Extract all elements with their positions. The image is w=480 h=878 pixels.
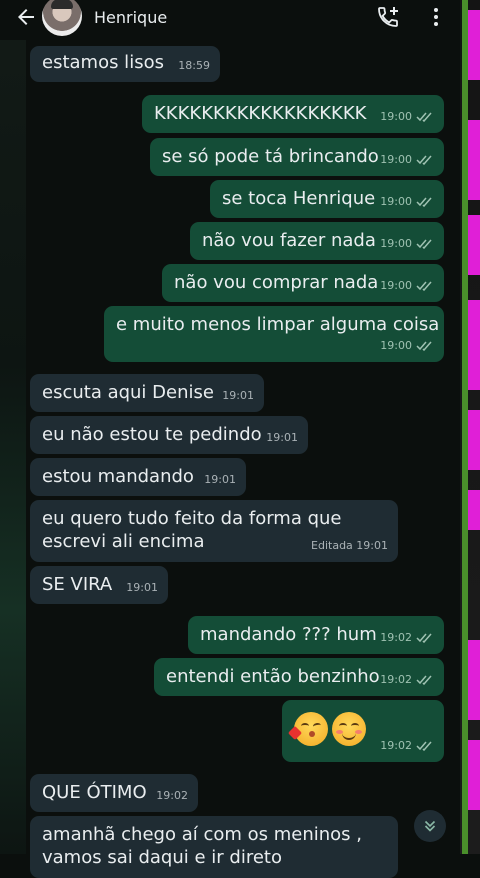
message-incoming[interactable]: eu quero tudo feito da forma que escrevi…: [30, 500, 398, 562]
double-check-icon: [416, 155, 432, 165]
message-time: 19:00: [380, 274, 434, 297]
message-time: 19:00: [380, 232, 434, 255]
double-check-icon: [416, 741, 432, 751]
message-incoming[interactable]: QUE ÓTIMO 19:02: [30, 774, 198, 812]
message-time: 19:02: [380, 626, 434, 649]
smiling-face-emoji: [332, 712, 366, 746]
face-blowing-kiss-emoji: [287, 712, 328, 746]
double-check-icon: [416, 341, 432, 351]
double-check-icon: [416, 239, 432, 249]
avatar[interactable]: [42, 0, 82, 36]
emoji-row: [287, 712, 370, 746]
background-strip-right: [460, 0, 480, 854]
background-strip-left: [0, 40, 26, 854]
message-outgoing-emoji[interactable]: 19:02: [282, 700, 444, 762]
double-check-icon: [416, 633, 432, 643]
message-time: Editada 19:01: [311, 539, 388, 552]
message-time: 19:01: [126, 581, 158, 594]
message-time: 19:02: [156, 789, 188, 802]
message-time: 19:00: [380, 190, 434, 213]
double-check-icon: [416, 197, 432, 207]
message-time: 19:00: [380, 334, 434, 357]
message-outgoing[interactable]: não vou comprar nada 19:00: [162, 264, 444, 302]
double-check-icon: [416, 281, 432, 291]
message-outgoing[interactable]: se toca Henrique 19:00: [210, 180, 444, 218]
double-check-icon: [416, 112, 432, 122]
message-outgoing[interactable]: não vou fazer nada 19:00: [190, 222, 444, 260]
chat-header: Henrique: [0, 0, 460, 36]
message-incoming[interactable]: SE VIRA 19:01: [30, 566, 168, 604]
message-incoming[interactable]: estou mandando 19:01: [30, 458, 246, 496]
message-time: 19:01: [266, 431, 298, 444]
message-time: 19:01: [204, 473, 236, 486]
message-incoming[interactable]: amanhã chego aí com os meninos , vamos s…: [30, 816, 398, 878]
message-time: 18:59: [178, 59, 210, 72]
message-incoming[interactable]: escuta aqui Denise 19:01: [30, 374, 264, 412]
more-options-icon[interactable]: [424, 5, 448, 29]
back-arrow-icon[interactable]: [14, 5, 38, 29]
message-outgoing[interactable]: e muito menos limpar alguma coisa 19:00: [104, 306, 444, 362]
chevron-double-down-icon: [424, 820, 436, 832]
message-outgoing[interactable]: KKKKKKKKKKKKKKKKKK 19:00: [142, 95, 444, 133]
contact-name[interactable]: Henrique: [94, 8, 167, 27]
scroll-to-bottom-button[interactable]: [414, 810, 446, 842]
message-time: 19:02: [380, 668, 434, 691]
message-time: 19:01: [222, 389, 254, 402]
message-time: 19:00: [380, 105, 434, 128]
message-incoming[interactable]: estamos lisos 18:59: [30, 46, 220, 82]
message-time: 19:02: [380, 734, 434, 757]
message-time: 19:00: [380, 148, 434, 171]
message-outgoing[interactable]: entendi então benzinho 19:02: [154, 658, 444, 696]
double-check-icon: [416, 675, 432, 685]
message-incoming[interactable]: eu não estou te pedindo 19:01: [30, 416, 308, 454]
message-outgoing[interactable]: mandando ??? hum 19:02: [188, 616, 444, 654]
message-outgoing[interactable]: se só pode tá brincando 19:00: [150, 138, 444, 176]
add-call-icon[interactable]: [376, 5, 400, 29]
